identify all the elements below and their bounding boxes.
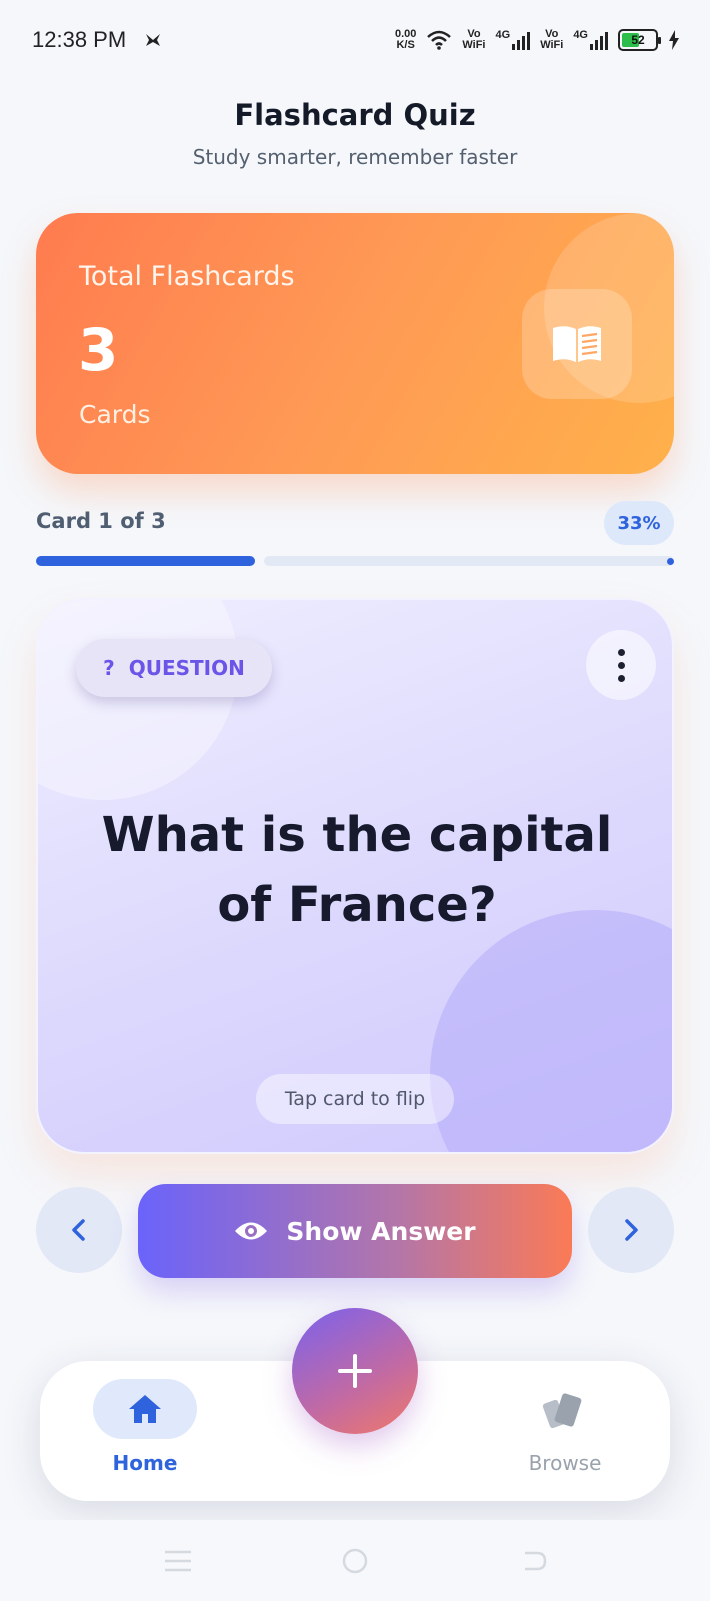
app-subtitle: Study smarter, remember faster: [192, 145, 518, 169]
vowifi-1: Vo WiFi: [462, 29, 485, 51]
progress-percent-badge: 33%: [604, 501, 674, 545]
plus-icon: [338, 1354, 372, 1388]
signal-bars-icon: [512, 30, 531, 50]
network-type-2: 4G: [573, 29, 588, 41]
chevron-left-icon: [72, 1219, 85, 1241]
status-bar: 12:38 PM 0.00 K/S Vo WiFi 4G Vo WiFi 4G: [0, 0, 710, 80]
decorative-blob-top: [38, 600, 238, 800]
wifi-label: WiFi: [462, 39, 486, 51]
dot-icon: [617, 661, 625, 669]
eye-icon: [235, 1222, 268, 1240]
question-badge: ? QUESTION: [76, 639, 272, 697]
question-mark-icon: ?: [103, 656, 115, 680]
signal-bars-icon-2: [590, 30, 608, 50]
recent-apps-button[interactable]: [160, 1520, 196, 1601]
flip-hint: Tap card to flip: [256, 1074, 454, 1124]
back-icon: [525, 1551, 547, 1570]
nav-home-label[interactable]: Home: [93, 1451, 197, 1475]
network-type: 4G: [495, 29, 511, 41]
card-menu-button[interactable]: [586, 630, 656, 700]
battery-icon: 52: [618, 29, 661, 51]
next-card-button[interactable]: [588, 1187, 674, 1273]
charging-icon: [669, 30, 679, 50]
progress-end-dot: [667, 558, 674, 565]
wifi-icon: [427, 30, 452, 50]
flashcard[interactable]: ? QUESTION What is the capital of France…: [36, 598, 674, 1154]
stat-unit: Cards: [79, 400, 151, 429]
status-left: 12:38 PM: [32, 27, 162, 53]
progress-bar: [36, 556, 674, 566]
nav-home-button[interactable]: [93, 1379, 197, 1439]
app-title: Flashcard Quiz: [234, 98, 476, 132]
nav-browse-label[interactable]: Browse: [510, 1451, 620, 1475]
question-text: What is the capital of France?: [101, 807, 613, 933]
wifi-label-2: WiFi: [540, 39, 564, 51]
open-book-icon: [553, 326, 601, 362]
total-flashcards-card: Total Flashcards 3 Cards: [36, 213, 674, 474]
status-right: 0.00 K/S Vo WiFi 4G Vo WiFi 4G 52: [395, 29, 680, 51]
show-answer-label: Show Answer: [286, 1216, 476, 1246]
previous-card-button[interactable]: [36, 1187, 122, 1273]
cards-icon[interactable]: [542, 1389, 586, 1433]
menu-lines-icon: [165, 1550, 191, 1571]
stat-label: Total Flashcards: [79, 261, 295, 292]
dot-icon: [617, 648, 625, 656]
show-answer-button[interactable]: Show Answer: [138, 1184, 572, 1278]
vowifi-2: Vo WiFi: [540, 29, 563, 51]
stat-value: 3: [78, 316, 119, 384]
add-flashcard-button[interactable]: [292, 1308, 418, 1434]
status-time: 12:38 PM: [32, 27, 127, 52]
signal-1: 4G: [496, 30, 531, 50]
signal-2: 4G: [573, 30, 608, 50]
progress-bar-fill: [36, 556, 255, 566]
notification-icon: [146, 34, 161, 46]
decorative-blob-bottom: [430, 910, 672, 1152]
home-icon: [129, 1395, 161, 1423]
home-system-button[interactable]: [338, 1520, 372, 1601]
question-badge-label: QUESTION: [128, 656, 245, 680]
progress-bar-remaining: [264, 556, 674, 566]
back-system-button[interactable]: [516, 1520, 552, 1601]
net-speed-unit: K/S: [396, 39, 415, 51]
net-speed: 0.00 K/S: [395, 29, 416, 51]
progress-label: Card 1 of 3: [36, 509, 166, 533]
chevron-right-icon: [625, 1219, 638, 1241]
circle-icon: [342, 1548, 368, 1573]
dot-icon: [617, 674, 625, 682]
stat-icon-box: [522, 289, 632, 399]
battery-level: 52: [631, 33, 645, 47]
system-navigation-bar: [0, 1520, 710, 1601]
